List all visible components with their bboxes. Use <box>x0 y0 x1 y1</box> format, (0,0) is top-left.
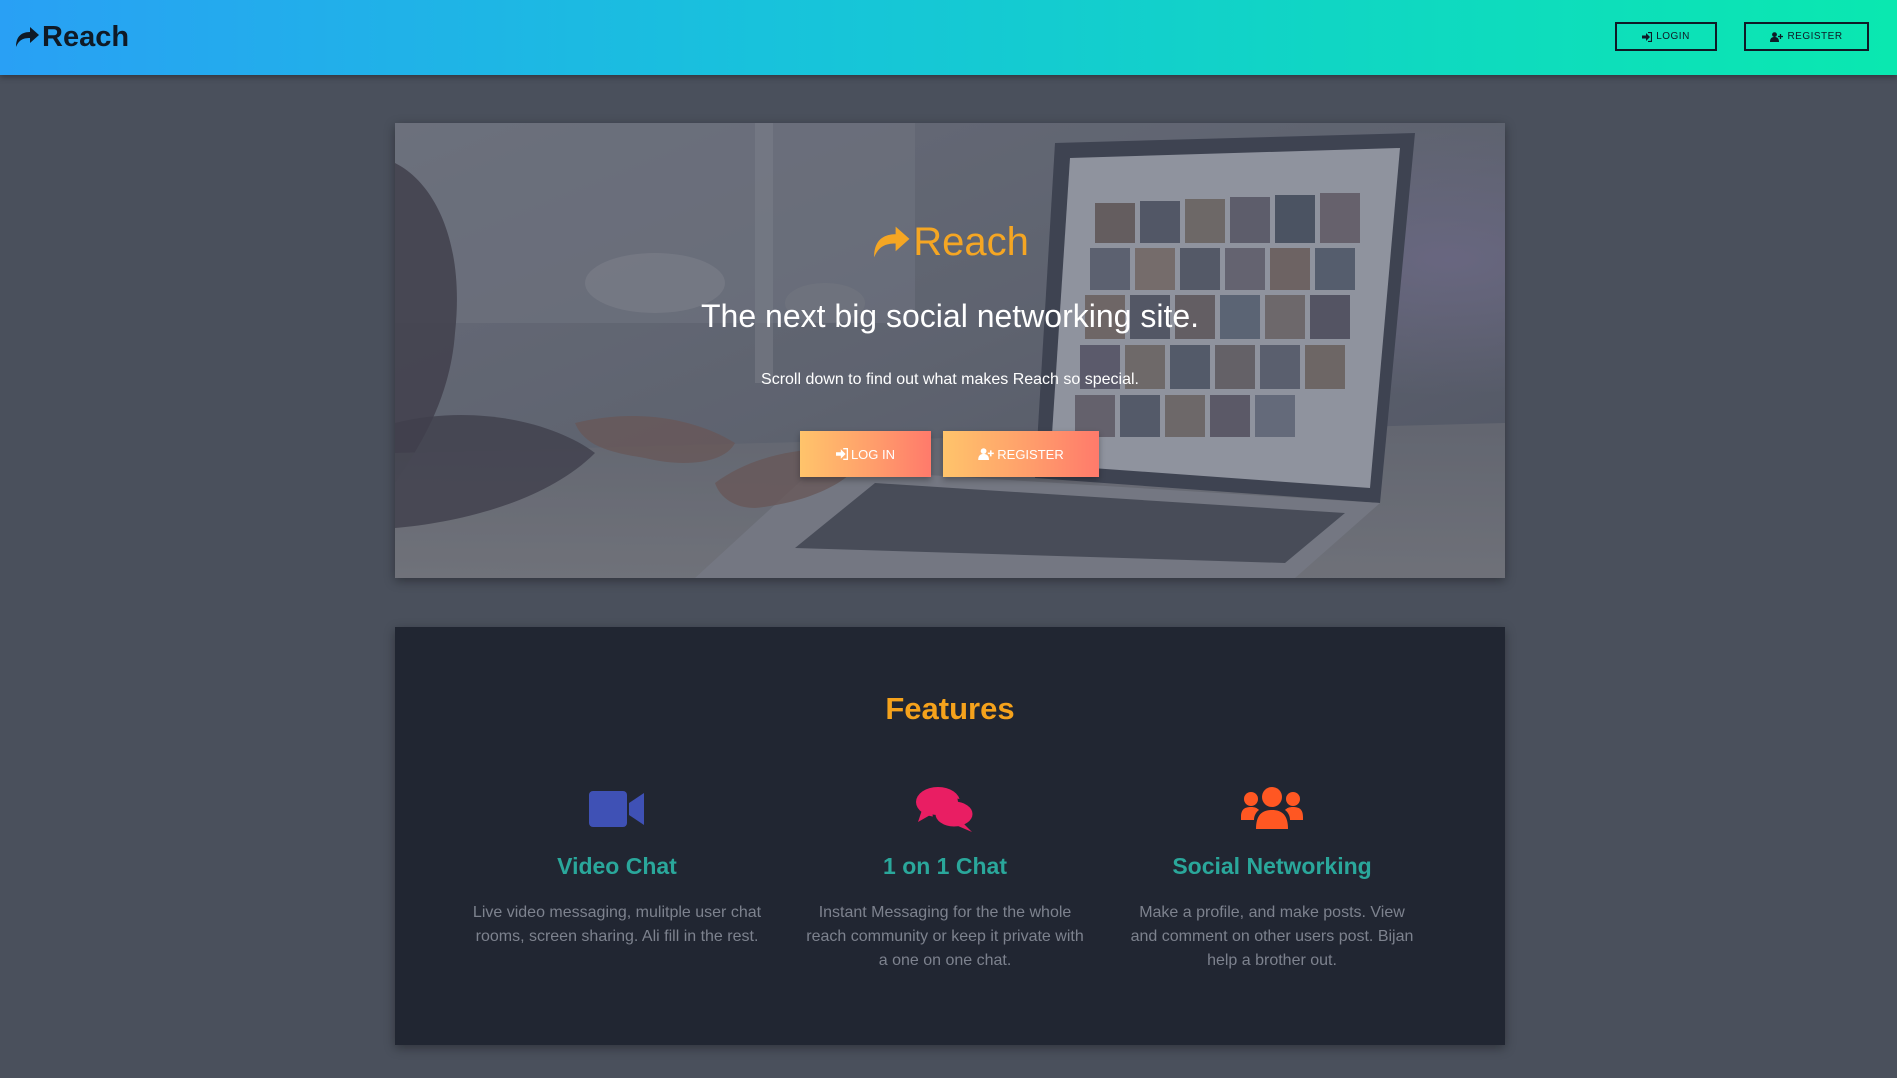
features-section: Features Video Chat Live video messaging… <box>395 627 1505 1045</box>
users-icon <box>1122 785 1422 833</box>
brand-logo-link[interactable]: Reach <box>14 18 129 56</box>
hero-register-button[interactable]: REGISTER <box>943 431 1099 477</box>
video-camera-icon <box>467 785 767 833</box>
sign-in-icon <box>835 448 848 460</box>
hero-login-button[interactable]: LOG IN <box>800 431 931 477</box>
feature-one-on-one-chat: 1 on 1 Chat Instant Messaging for the th… <box>795 785 1095 973</box>
feature-social-networking: Social Networking Make a profile, and ma… <box>1122 785 1422 973</box>
hero-brand-name: Reach <box>913 220 1029 264</box>
hero-banner: Reach The next big social networking sit… <box>395 123 1505 578</box>
sign-in-icon <box>1642 31 1653 42</box>
feature-title: Video Chat <box>557 853 677 879</box>
feature-description: Make a profile, and make posts. View and… <box>1130 904 1414 969</box>
feature-description: Live video messaging, mulitple user chat… <box>472 904 762 945</box>
nav-login-label: LOGIN <box>1656 31 1690 42</box>
user-plus-icon <box>1770 31 1784 42</box>
nav-register-button[interactable]: REGISTER <box>1744 22 1869 51</box>
user-plus-icon <box>978 448 995 460</box>
chat-bubbles-icon <box>795 785 1095 833</box>
features-title: Features <box>885 691 1015 726</box>
feature-title: 1 on 1 Chat <box>883 853 1007 879</box>
hero-register-label: REGISTER <box>997 446 1064 462</box>
hero-subtitle: Scroll down to find out what makes Reach… <box>761 371 1139 388</box>
hero-content: Reach The next big social networking sit… <box>395 123 1505 578</box>
share-arrow-icon <box>14 26 40 48</box>
top-navbar: Reach LOGIN REGISTER <box>0 0 1897 75</box>
hero-login-label: LOG IN <box>850 446 896 462</box>
nav-login-button[interactable]: LOGIN <box>1615 22 1717 51</box>
share-arrow-icon <box>871 225 911 259</box>
feature-title: Social Networking <box>1172 853 1372 879</box>
feature-video-chat: Video Chat Live video messaging, mulitpl… <box>467 785 767 949</box>
hero-title: The next big social networking site. <box>700 298 1200 334</box>
brand-name: Reach <box>42 21 130 53</box>
hero-brand-logo: Reach <box>395 218 1505 266</box>
nav-register-label: REGISTER <box>1787 31 1843 42</box>
feature-description: Instant Messaging for the the whole reac… <box>806 904 1084 969</box>
